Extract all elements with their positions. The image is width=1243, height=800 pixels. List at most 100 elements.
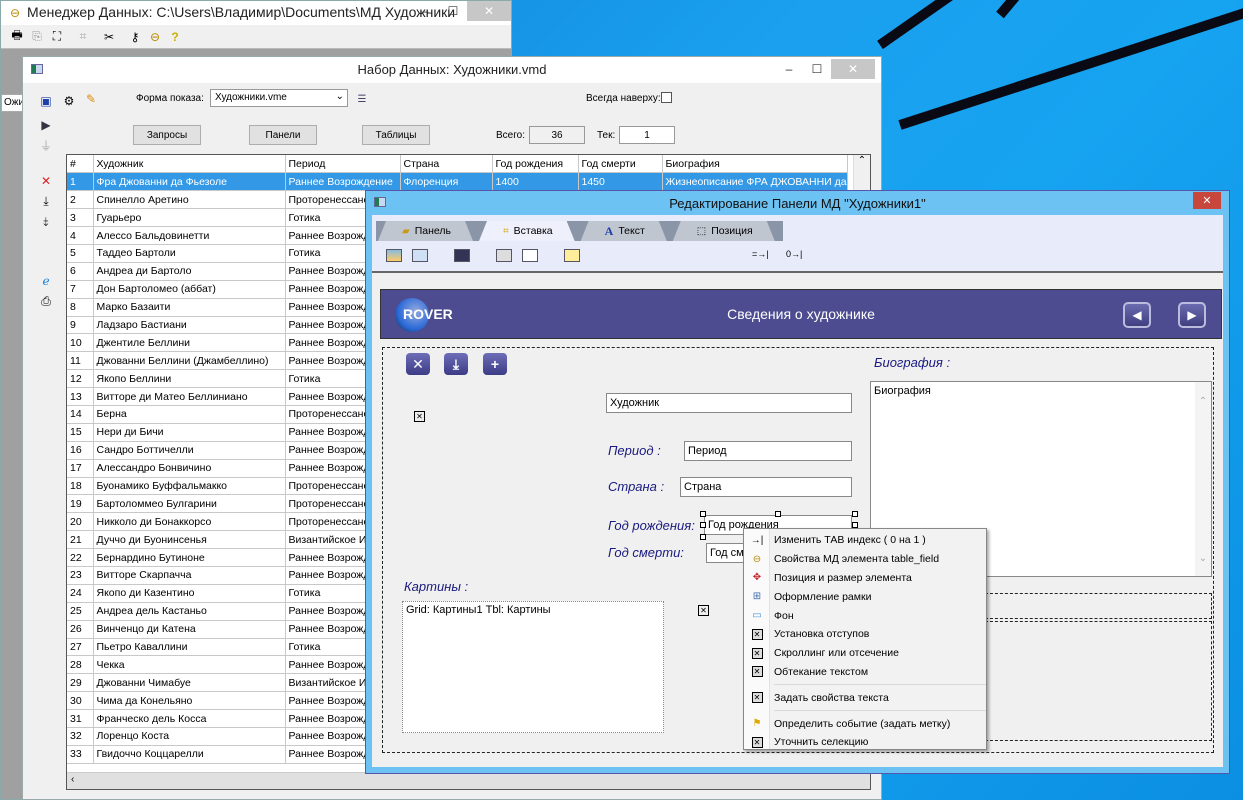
table-row[interactable]: 1 Фра Джованни да Фьезоле Раннее Возрожден…	[67, 172, 848, 192]
table-cell[interactable]: 19	[67, 494, 94, 514]
table-cell[interactable]: Бернардино Бутиноне	[93, 548, 286, 567]
insert-panel-icon[interactable]	[454, 249, 470, 262]
table-cell[interactable]: Лоренцо Коста	[93, 727, 286, 746]
table-cell[interactable]: Гуарьеро	[93, 208, 286, 228]
table-cell[interactable]: 22	[67, 548, 94, 567]
table-cell[interactable]: Флоренция	[400, 172, 493, 192]
table-cell[interactable]: 7	[67, 280, 94, 299]
save-record-button[interactable]: ⤓	[444, 353, 468, 375]
table-cell[interactable]: Бартоломмео Булгарини	[93, 494, 286, 514]
menu-item[interactable]: ⚑ Определить событие (задать метку)	[744, 714, 986, 733]
table-cell[interactable]: 9	[67, 316, 94, 335]
column-header[interactable]: Биография	[662, 155, 848, 174]
help-icon[interactable]: ?	[167, 29, 183, 45]
table-cell[interactable]: 18	[67, 477, 94, 496]
checkbox-x-icon[interactable]: ✕	[414, 411, 425, 422]
table-cell[interactable]: 5	[67, 244, 94, 263]
browser-icon[interactable]: ℯ	[38, 273, 54, 289]
table-cell[interactable]: Таддео Бартоли	[93, 244, 286, 263]
copy-icon[interactable]: ⎘	[29, 29, 45, 45]
tab-panel[interactable]: ▰ Панель	[378, 221, 473, 241]
editor-titlebar[interactable]: Редактирование Панели МД "Художники1" ✕	[366, 191, 1229, 215]
table-cell[interactable]: 6	[67, 262, 94, 281]
tools-icon[interactable]: ✂	[101, 29, 117, 45]
resize-handle[interactable]	[775, 511, 781, 517]
settings-icon[interactable]: ⚙	[61, 93, 77, 109]
scroll-up-icon[interactable]: ⌃	[854, 155, 870, 166]
table-cell[interactable]: 16	[67, 441, 94, 460]
table-cell[interactable]: Алессандро Бонвичино	[93, 459, 286, 478]
table-cell[interactable]: Никколо ди Бонаккорсо	[93, 512, 286, 532]
tab-order-seq-button[interactable]: =→|	[752, 249, 769, 259]
insert-table-icon[interactable]	[522, 249, 538, 262]
table-cell[interactable]: Витторе Скарпачча	[93, 566, 286, 585]
table-cell[interactable]: Гвидоччо Коццарелли	[93, 745, 286, 764]
table-cell[interactable]: 10	[67, 333, 94, 353]
insert-form-icon[interactable]	[412, 249, 428, 262]
table-cell[interactable]: Фра Джованни да Фьезоле	[93, 172, 286, 192]
table-cell[interactable]: 1	[67, 172, 94, 192]
table-cell[interactable]: Дон Бартоломео (аббат)	[93, 280, 286, 299]
table-cell[interactable]: 32	[67, 727, 94, 746]
biography-scrollbar[interactable]: ⌃ ⌄	[1195, 382, 1211, 576]
period-field[interactable]: Период	[684, 441, 852, 461]
checkbox-x-icon[interactable]: ✕	[698, 605, 709, 616]
table-cell[interactable]: Джованни Беллини (Джамбеллино)	[93, 351, 286, 371]
horizontal-scrollbar[interactable]: ‹	[67, 772, 870, 789]
table-cell[interactable]: Франческо дель Косса	[93, 709, 286, 728]
table-cell[interactable]: 17	[67, 459, 94, 478]
table-cell[interactable]: Раннее Возрождение	[285, 172, 401, 192]
table-cell[interactable]: 29	[67, 673, 94, 693]
scroll-up-icon[interactable]: ⌃	[1195, 396, 1211, 407]
open-form-icon[interactable]: 🖶	[9, 28, 25, 45]
menu-item[interactable]: ✕ Обтекание текстом	[744, 663, 986, 682]
table-cell[interactable]: 1400	[492, 172, 579, 192]
table-cell[interactable]: 14	[67, 405, 94, 424]
form-select[interactable]: Художники.vme ⌄	[210, 89, 348, 107]
tab-position[interactable]: ⬚ Позиция	[673, 221, 775, 241]
always-on-top-checkbox[interactable]	[661, 92, 672, 103]
maximize-button[interactable]: ☐	[803, 59, 831, 79]
resize-handle[interactable]	[700, 534, 706, 540]
table-cell[interactable]: 31	[67, 709, 94, 728]
table-cell[interactable]: 20	[67, 512, 94, 532]
artist-field[interactable]: Художник	[606, 393, 852, 413]
table-cell[interactable]: Пьетро Каваллини	[93, 638, 286, 657]
resize-handle[interactable]	[700, 522, 706, 528]
column-header[interactable]: Период	[285, 155, 401, 174]
menu-item[interactable]: ⊖ Свойства МД элемента table_field	[744, 550, 986, 569]
table-cell[interactable]: Буонамико Буффальмакко	[93, 477, 286, 496]
table-cell[interactable]: Берна	[93, 405, 286, 424]
network-icon[interactable]: ⛶	[49, 29, 65, 45]
menu-item[interactable]: ▭ Фон	[744, 606, 986, 625]
menu-item[interactable]: ⊞ Оформление рамки	[744, 587, 986, 606]
table-cell[interactable]: 23	[67, 566, 94, 585]
delete-record-button[interactable]: ✕	[406, 353, 430, 375]
table-cell[interactable]: 26	[67, 620, 94, 639]
menu-item[interactable]: ✕ Уточнить селекцию	[744, 733, 986, 752]
table-cell[interactable]: Чима да Конельяно	[93, 691, 286, 711]
table-cell[interactable]: 13	[67, 387, 94, 406]
country-field[interactable]: Страна	[680, 477, 852, 497]
table-cell[interactable]: Джованни Чимабуе	[93, 673, 286, 693]
menu-item[interactable]: ✕ Задать свойства текста	[744, 688, 986, 707]
menu-item[interactable]: ✕ Скроллинг или отсечение	[744, 644, 986, 663]
table-cell[interactable]: 28	[67, 655, 94, 675]
table-cell[interactable]: 8	[67, 298, 94, 317]
table-cell[interactable]: Нери ди Бичи	[93, 423, 286, 442]
tab-text[interactable]: A Текст	[581, 221, 667, 241]
table-cell[interactable]: 4	[67, 226, 94, 245]
table-cell[interactable]: 25	[67, 602, 94, 621]
key-icon[interactable]: ⚷	[127, 29, 143, 45]
dataset-titlebar[interactable]: Набор Данных: Художники.vmd – ☐ ✕	[23, 57, 881, 83]
append-row-icon[interactable]: ⤈	[38, 213, 54, 229]
insert-db-field-icon[interactable]	[496, 249, 512, 262]
minimize-button[interactable]: –	[411, 1, 439, 21]
current-record-input[interactable]: 1	[619, 126, 675, 144]
table-cell[interactable]: Андреа дель Кастаньо	[93, 602, 286, 621]
panels-button[interactable]: Панели	[249, 125, 317, 145]
paintings-grid[interactable]: Grid: Картины1 Tbl: Картины	[402, 601, 664, 733]
delete-icon[interactable]: ✕	[38, 173, 54, 189]
resize-handle[interactable]	[852, 511, 858, 517]
table-cell[interactable]: 27	[67, 638, 94, 657]
